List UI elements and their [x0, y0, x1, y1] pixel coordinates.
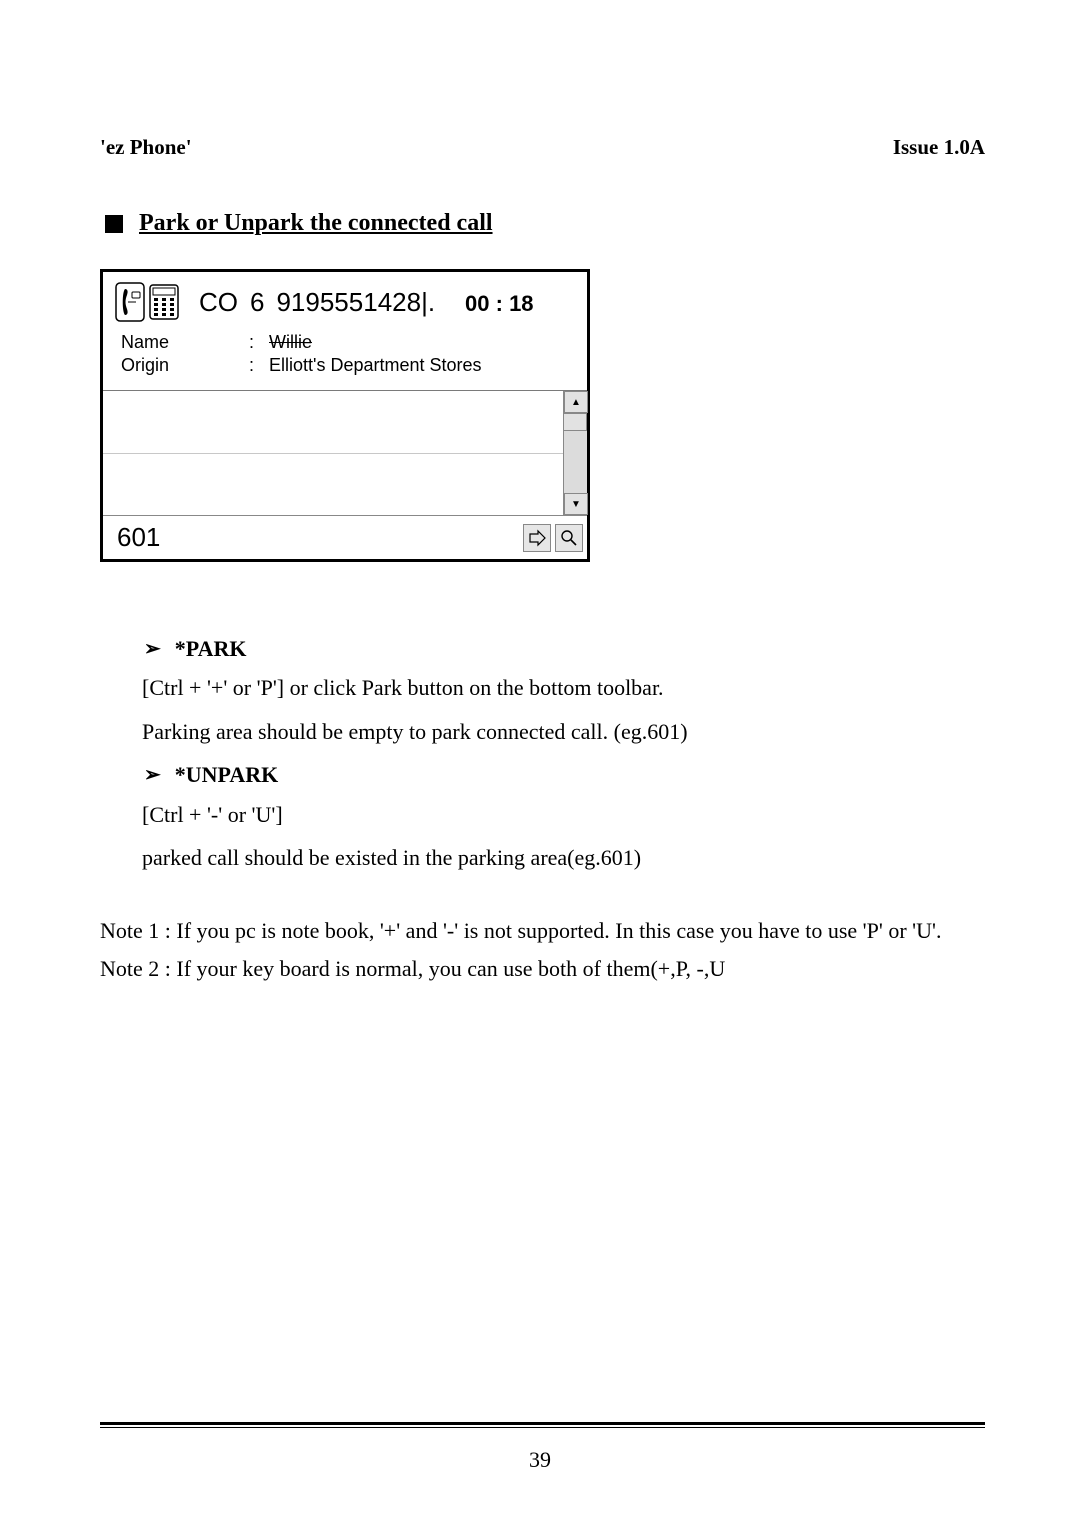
scroll-down-button[interactable]: ▼	[564, 493, 588, 515]
park-heading-text: *PARK	[175, 630, 247, 667]
chevron-right-icon: ➢	[144, 758, 161, 792]
document-header: 'ez Phone' Issue 1.0A	[100, 135, 985, 160]
unpark-heading-text: *UNPARK	[175, 756, 278, 793]
call-top-panel: CO 6 9195551428|. 00 : 18 Name : Willie …	[103, 272, 587, 391]
park-text-1: [Ctrl + '+' or 'P'] or click Park button…	[142, 669, 985, 706]
section-title-text: Park or Unpark the connected call	[139, 210, 493, 237]
chevron-right-icon: ➢	[144, 632, 161, 666]
scroll-up-button[interactable]: ▲	[564, 391, 588, 413]
triangle-up-icon: ▲	[571, 397, 581, 408]
search-button[interactable]	[555, 524, 583, 552]
section-title-row: Park or Unpark the connected call	[100, 210, 985, 237]
header-right: Issue 1.0A	[893, 135, 985, 160]
footer-rule	[100, 1424, 985, 1430]
scrollbar[interactable]: ▲ ▼	[563, 391, 587, 515]
list-row-empty[interactable]	[103, 454, 563, 516]
go-button[interactable]	[523, 524, 551, 552]
co-channel: 6	[250, 287, 264, 318]
unpark-heading: ➢ *UNPARK	[140, 756, 985, 793]
note-2: Note 2 : If your key board is normal, yo…	[100, 950, 985, 987]
call-timer: 00 : 18	[465, 291, 534, 317]
call-info-window: CO 6 9195551428|. 00 : 18 Name : Willie …	[100, 269, 590, 562]
bottom-bar: 601	[103, 515, 587, 559]
list-row-empty[interactable]	[103, 391, 563, 454]
page-number: 39	[0, 1447, 1080, 1473]
phone-number: 9195551428|.	[276, 287, 435, 318]
name-row: Name : Willie	[121, 332, 575, 353]
call-line-display: CO 6 9195551428|. 00 : 18	[199, 287, 534, 318]
square-bullet-icon	[105, 215, 123, 233]
origin-value: Elliott's Department Stores	[269, 355, 575, 376]
origin-row: Origin : Elliott's Department Stores	[121, 355, 575, 376]
header-left: 'ez Phone'	[100, 135, 192, 160]
scroll-thumb[interactable]	[563, 413, 587, 431]
search-icon	[560, 529, 578, 547]
name-value: Willie	[269, 332, 575, 353]
origin-label: Origin	[121, 355, 249, 376]
note-1: Note 1 : If you pc is note book, '+' and…	[100, 912, 985, 949]
park-text-2: Parking area should be empty to park con…	[142, 713, 985, 750]
unpark-text-1: [Ctrl + '-' or 'U']	[142, 796, 985, 833]
name-label: Name	[121, 332, 249, 353]
extension-input[interactable]: 601	[113, 520, 519, 555]
keypad-icon	[149, 282, 179, 322]
handset-icon	[115, 282, 145, 322]
co-prefix: CO	[199, 287, 238, 318]
list-area: ▲ ▼	[103, 391, 587, 515]
park-heading: ➢ *PARK	[140, 630, 985, 667]
triangle-down-icon: ▼	[571, 499, 581, 510]
arrow-right-icon	[528, 529, 546, 547]
unpark-text-2: parked call should be existed in the par…	[142, 839, 985, 876]
